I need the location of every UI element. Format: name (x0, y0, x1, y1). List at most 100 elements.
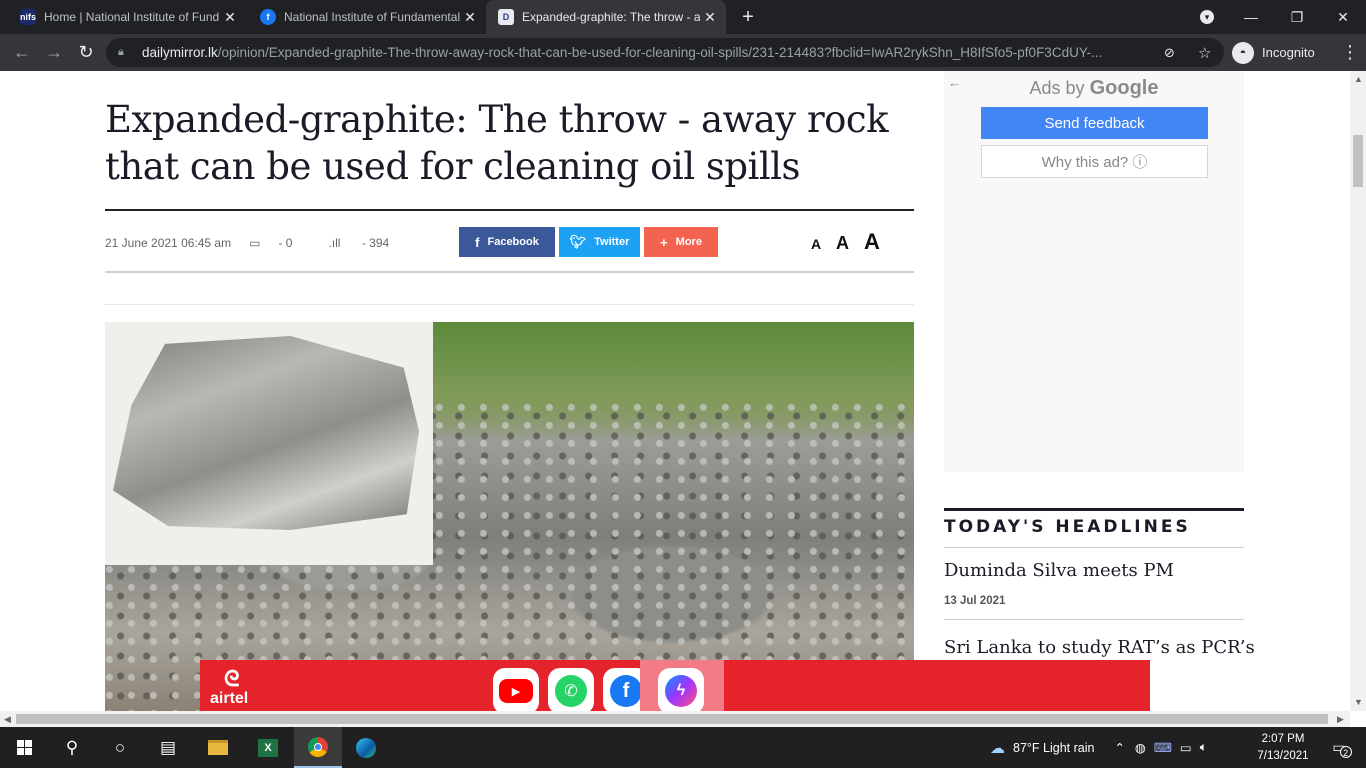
windows-start-icon[interactable] (0, 727, 48, 768)
tab-title: Home | National Institute of Fund (44, 10, 220, 24)
tab-search-icon[interactable]: ▾ (1184, 0, 1230, 34)
airtel-banner-ad[interactable]: ᘓ airtel ▶ ✆ f ϟ (200, 660, 1150, 711)
close-tab-icon[interactable]: ✕ (460, 9, 480, 26)
facebook-favicon-icon: f (260, 9, 276, 25)
cortana-circle-icon[interactable]: ○ (96, 727, 144, 768)
lock-icon: 🔒︎ (118, 46, 124, 58)
meta-divider (105, 271, 914, 273)
clock-time: 2:07 PM (1261, 733, 1305, 745)
font-size-medium-button[interactable]: A (836, 233, 849, 254)
address-bar[interactable]: 🔒︎ dailymirror.lk/opinion/Expanded-graph… (106, 38, 1224, 67)
network-icon[interactable]: ▭ (1180, 740, 1192, 755)
nifs-favicon-icon: nifs (20, 9, 36, 25)
notification-center-icon[interactable]: ▭ 2 (1318, 727, 1366, 768)
browser-tab-strip: nifs Home | National Institute of Fund ✕… (0, 0, 1366, 34)
article-date: 21 June 2021 06:45 am (105, 236, 232, 250)
tab-nifs-home[interactable]: nifs Home | National Institute of Fund ✕ (0, 0, 246, 34)
twitter-bird-icon: 🐦︎ (569, 234, 587, 249)
browser-toolbar: ← → ↻ 🔒︎ dailymirror.lk/opinion/Expanded… (0, 34, 1366, 71)
headlines-top-rule (944, 508, 1244, 511)
comment-icon: ▭ (249, 236, 261, 250)
headline-link[interactable]: Duminda Silva meets PM (944, 560, 1174, 581)
font-size-small-button[interactable]: A (811, 236, 821, 252)
meet-now-icon[interactable]: ◍ (1135, 740, 1146, 755)
share-facebook-button[interactable]: f Facebook (459, 227, 555, 257)
ads-by-google: Ads by Google (1029, 77, 1159, 99)
send-feedback-button[interactable]: Send feedback (981, 107, 1208, 139)
scroll-down-icon[interactable]: ▼ (1354, 697, 1363, 707)
headline-link[interactable]: Sri Lanka to study RAT’s as PCR’s (944, 637, 1255, 658)
weather-cloud-icon[interactable]: ☁ (990, 739, 1005, 757)
scroll-up-icon[interactable]: ▲ (1354, 74, 1363, 84)
font-size-large-button[interactable]: A (864, 229, 880, 255)
messenger-icon[interactable]: ϟ (658, 668, 704, 711)
incognito-label: Incognito (1262, 45, 1315, 60)
search-icon[interactable]: ⚲ (48, 727, 96, 768)
scroll-right-icon[interactable]: ▶ (1337, 714, 1344, 725)
tab-title: Expanded-graphite: The throw - away (522, 10, 700, 24)
volume-icon[interactable]: 🔈︎ (1200, 740, 1208, 755)
chevron-up-icon[interactable]: ⌃ (1114, 740, 1124, 755)
plus-icon: + (660, 234, 668, 250)
scroll-left-icon[interactable]: ◀ (4, 714, 11, 725)
airtel-swirl-icon: ᘓ (224, 666, 240, 691)
star-bookmark-icon[interactable]: ☆ (1198, 44, 1211, 62)
windows-taskbar: ⚲ ○ ▤ X ☁ 87°F Light rain ⌃ ◍ ⌨ ▭ 🔈︎ 2:0… (0, 727, 1366, 768)
input-method-icon[interactable]: ⌨ (1154, 740, 1172, 755)
vertical-scrollbar[interactable]: ▲ ▼ (1350, 71, 1366, 711)
incognito-icon: ◓ (1232, 41, 1254, 64)
minimize-icon[interactable]: — (1228, 0, 1274, 34)
task-view-icon[interactable]: ▤ (144, 727, 192, 768)
whatsapp-icon[interactable]: ✆ (548, 668, 594, 711)
share-more-button[interactable]: + More (644, 227, 718, 257)
youtube-icon[interactable]: ▶ (493, 668, 539, 711)
headline-item-divider (944, 619, 1244, 620)
excel-icon[interactable]: X (244, 727, 292, 768)
headline-date: 13 Jul 2021 (944, 595, 1006, 607)
url-text: dailymirror.lk/opinion/Expanded-graphite… (142, 45, 1103, 60)
headlines-divider (944, 547, 1244, 548)
image-inset-graphite (105, 322, 433, 565)
close-tab-icon[interactable]: ✕ (700, 9, 720, 26)
airtel-logo: ᘓ airtel (210, 666, 249, 708)
eye-slash-icon[interactable]: ⊘ (1164, 45, 1175, 61)
back-arrow-icon[interactable]: ← (6, 34, 38, 71)
edge-icon[interactable] (342, 727, 390, 768)
close-tab-icon[interactable]: ✕ (220, 9, 240, 26)
close-window-icon[interactable]: ✕ (1320, 0, 1366, 34)
signal-bars-icon: .ıll (328, 236, 341, 250)
new-tab-button[interactable]: + (734, 4, 762, 30)
facebook-f-icon: f (475, 234, 480, 250)
horizontal-scroll-thumb[interactable] (16, 714, 1328, 724)
file-explorer-icon[interactable] (194, 727, 242, 768)
vertical-scroll-thumb[interactable] (1353, 135, 1363, 187)
share-twitter-button[interactable]: 🐦︎ Twitter (559, 227, 640, 257)
comment-count[interactable]: ▭ - 0 (249, 236, 310, 250)
tab-nifs-facebook[interactable]: f National Institute of Fundamental ✕ (240, 0, 486, 34)
weather-text[interactable]: 87°F Light rain (1013, 741, 1094, 755)
google-ad-box: ← Ads by Google Send feedback Why this a… (944, 71, 1244, 472)
article-headline: Expanded-graphite: The throw - away rock… (105, 98, 889, 188)
article-meta: 21 June 2021 06:45 am ▭ - 0 .ıll - 394 (105, 233, 425, 253)
thin-divider (105, 304, 914, 305)
view-count: .ıll - 394 (328, 236, 390, 250)
web-page: Expanded-graphite: The throw - away rock… (0, 71, 1350, 711)
daily-mirror-favicon-icon: D (498, 9, 514, 25)
kebab-menu-icon[interactable]: ⋮ (1334, 34, 1366, 71)
tab-title: National Institute of Fundamental (284, 10, 460, 24)
why-this-ad-button[interactable]: Why this ad? ⓘ (981, 145, 1208, 178)
horizontal-scrollbar[interactable]: ◀ ▶ (0, 711, 1350, 727)
taskbar-clock[interactable]: 2:07 PM 7/13/2021 (1250, 731, 1316, 765)
graphite-rock (113, 336, 419, 531)
system-tray: ☁ 87°F Light rain ⌃ ◍ ⌨ ▭ 🔈︎ (990, 727, 1207, 768)
reload-icon[interactable]: ↻ (70, 34, 102, 71)
headline-divider (105, 209, 914, 211)
incognito-indicator[interactable]: ◓ Incognito (1232, 39, 1315, 66)
article-image (105, 322, 914, 711)
tab-daily-mirror-article[interactable]: D Expanded-graphite: The throw - away ✕ (486, 0, 726, 34)
chrome-icon[interactable] (294, 727, 342, 768)
clock-date: 7/13/2021 (1257, 750, 1309, 762)
restore-icon[interactable]: ❐ (1274, 0, 1320, 34)
todays-headlines-title: TODAY'S HEADLINES (944, 517, 1191, 537)
forward-arrow-icon[interactable]: → (38, 34, 70, 71)
